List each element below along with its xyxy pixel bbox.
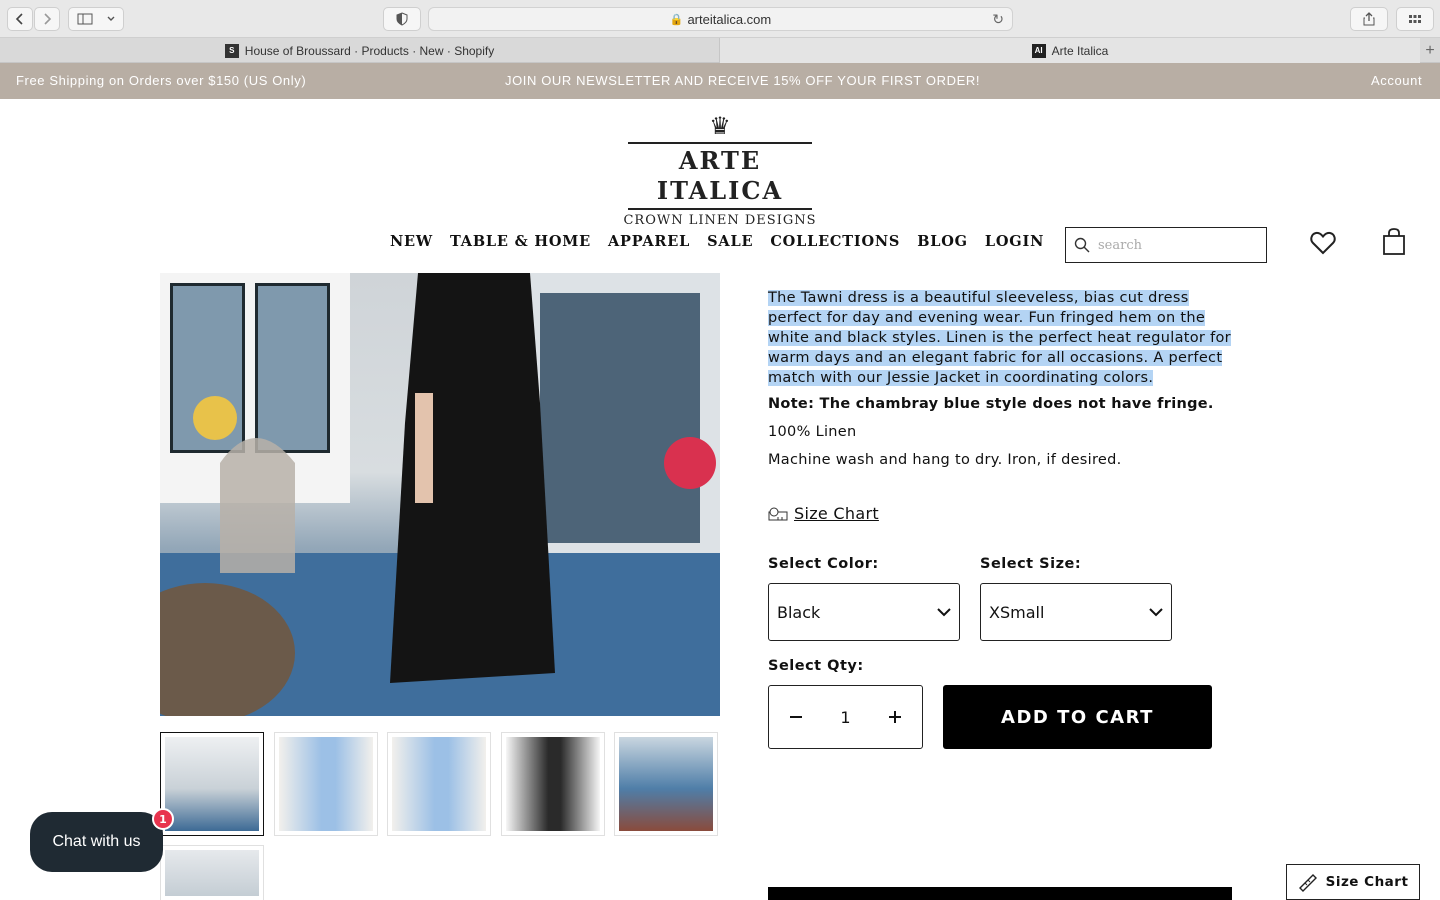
search-icon: [1074, 237, 1090, 253]
fringe-note: Note: The chambray blue style does not h…: [768, 396, 1214, 412]
reload-icon[interactable]: ↻: [992, 11, 1004, 28]
nav-item-table-home[interactable]: TABLE & HOME: [450, 233, 591, 255]
newsletter-link[interactable]: JOIN OUR NEWSLETTER AND RECEIVE 15% OFF …: [505, 73, 980, 88]
material-text: 100% Linen: [768, 424, 857, 440]
url-text: arteitalica.com: [687, 11, 772, 27]
logo-rule: [628, 142, 812, 144]
description-line: The Tawni dress is a beautiful sleeveles…: [768, 290, 1189, 306]
size-value: XSmall: [989, 602, 1045, 622]
nav-item-login[interactable]: LOGIN: [985, 233, 1044, 255]
search-box[interactable]: [1065, 227, 1267, 263]
plus-icon[interactable]: [888, 710, 902, 724]
thumbnail-6[interactable]: [160, 845, 264, 900]
shield-icon: [396, 12, 408, 26]
sidebar-icon: [77, 13, 93, 25]
thumbnail-3[interactable]: [387, 732, 491, 836]
chat-badge: 1: [152, 808, 174, 830]
tab-overview-button[interactable]: [1396, 7, 1434, 31]
quantity-stepper: 1: [768, 685, 923, 749]
share-button[interactable]: [1350, 7, 1388, 31]
chevron-left-icon: [15, 13, 23, 25]
crown-icon: ♛: [709, 112, 731, 140]
thumbnail-5[interactable]: [614, 732, 718, 836]
product-photo: [160, 273, 720, 716]
size-label: Select Size:: [980, 556, 1082, 572]
add-to-cart-button[interactable]: ADD TO CART: [943, 685, 1212, 749]
chevron-down-icon: [937, 607, 951, 616]
shopify-icon: S: [224, 43, 239, 58]
minus-icon[interactable]: [789, 710, 803, 724]
nav-item-sale[interactable]: SALE: [707, 233, 753, 255]
privacy-report-button[interactable]: [383, 7, 421, 31]
share-icon: [1363, 12, 1375, 26]
chevron-right-icon: [44, 13, 52, 25]
tab-bar: S House of Broussard · Products · New · …: [0, 38, 1440, 63]
bottom-black-bar: [768, 887, 1232, 900]
site-logo[interactable]: ♛ ARTE ITALICA CROWN LINEN DESIGNS: [620, 112, 820, 228]
ruler-icon: [1298, 874, 1317, 892]
nav-item-new[interactable]: NEW: [390, 233, 433, 255]
description-line: warm days and an elegant fabric for all …: [768, 350, 1223, 366]
tab-label: House of Broussard · Products · New · Sh…: [244, 43, 495, 58]
product-description: The Tawni dress is a beautiful sleeveles…: [768, 288, 1238, 388]
nav-item-apparel[interactable]: APPAREL: [608, 233, 690, 255]
account-link[interactable]: Account: [1371, 73, 1422, 88]
bag-icon[interactable]: [1382, 228, 1406, 256]
heart-icon[interactable]: [1310, 231, 1336, 255]
qty-value[interactable]: 1: [840, 708, 850, 727]
forward-button[interactable]: [34, 7, 60, 31]
size-chart-link[interactable]: Size Chart: [768, 504, 879, 523]
tab-label: Arte Italica: [1051, 43, 1109, 58]
thumbnail-2[interactable]: [274, 732, 378, 836]
main-nav: NEW TABLE & HOME APPAREL SALE COLLECTION…: [390, 233, 1044, 255]
arte-italica-icon: AI: [1031, 43, 1046, 58]
nav-item-blog[interactable]: BLOG: [917, 233, 968, 255]
plus-icon: +: [1425, 41, 1435, 59]
chat-button[interactable]: Chat with us: [30, 812, 163, 872]
logo-subtitle: CROWN LINEN DESIGNS: [623, 213, 817, 228]
size-chart-label: Size Chart: [794, 504, 879, 523]
free-shipping-text: Free Shipping on Orders over $150 (US On…: [16, 73, 307, 88]
tab-arte-italica[interactable]: AI Arte Italica: [720, 38, 1420, 63]
chat-label: Chat with us: [52, 833, 141, 850]
lock-icon: 🔒: [669, 13, 684, 26]
new-tab-button[interactable]: +: [1420, 38, 1440, 63]
search-input[interactable]: [1098, 237, 1258, 253]
care-text: Machine wash and hang to dry. Iron, if d…: [768, 452, 1122, 468]
back-button[interactable]: [7, 7, 33, 31]
thumbnail-4[interactable]: [501, 732, 605, 836]
size-select[interactable]: XSmall: [980, 583, 1172, 641]
logo-rule: [628, 208, 812, 210]
nav-item-collections[interactable]: COLLECTIONS: [770, 233, 900, 255]
product-main-image[interactable]: [160, 273, 720, 716]
measuring-tape-icon: [768, 507, 788, 520]
chevron-down-icon: [1149, 607, 1163, 616]
size-chart-button[interactable]: Size Chart: [1286, 864, 1420, 900]
chevron-down-icon: [107, 16, 115, 21]
color-label: Select Color:: [768, 556, 879, 572]
qty-label: Select Qty:: [768, 658, 864, 674]
description-line: match with our Jessie Jacket in coordina…: [768, 370, 1154, 386]
thumbnail-1[interactable]: [160, 732, 264, 836]
size-chart-button-label: Size Chart: [1325, 874, 1409, 890]
color-value: Black: [777, 602, 821, 622]
grid-icon: [1409, 15, 1421, 23]
color-select[interactable]: Black: [768, 583, 960, 641]
sidebar-toggle-button[interactable]: [68, 7, 124, 31]
browser-toolbar: 🔒 arteitalica.com ↻: [0, 0, 1440, 38]
description-line: white and black styles. Linen is the per…: [768, 330, 1231, 346]
tab-shopify[interactable]: S House of Broussard · Products · New · …: [0, 38, 720, 63]
logo-name: ARTE ITALICA: [656, 146, 784, 205]
address-bar[interactable]: 🔒 arteitalica.com ↻: [428, 7, 1013, 31]
promo-bar: Free Shipping on Orders over $150 (US On…: [0, 63, 1440, 99]
description-line: perfect for day and evening wear. Fun fr…: [768, 310, 1206, 326]
